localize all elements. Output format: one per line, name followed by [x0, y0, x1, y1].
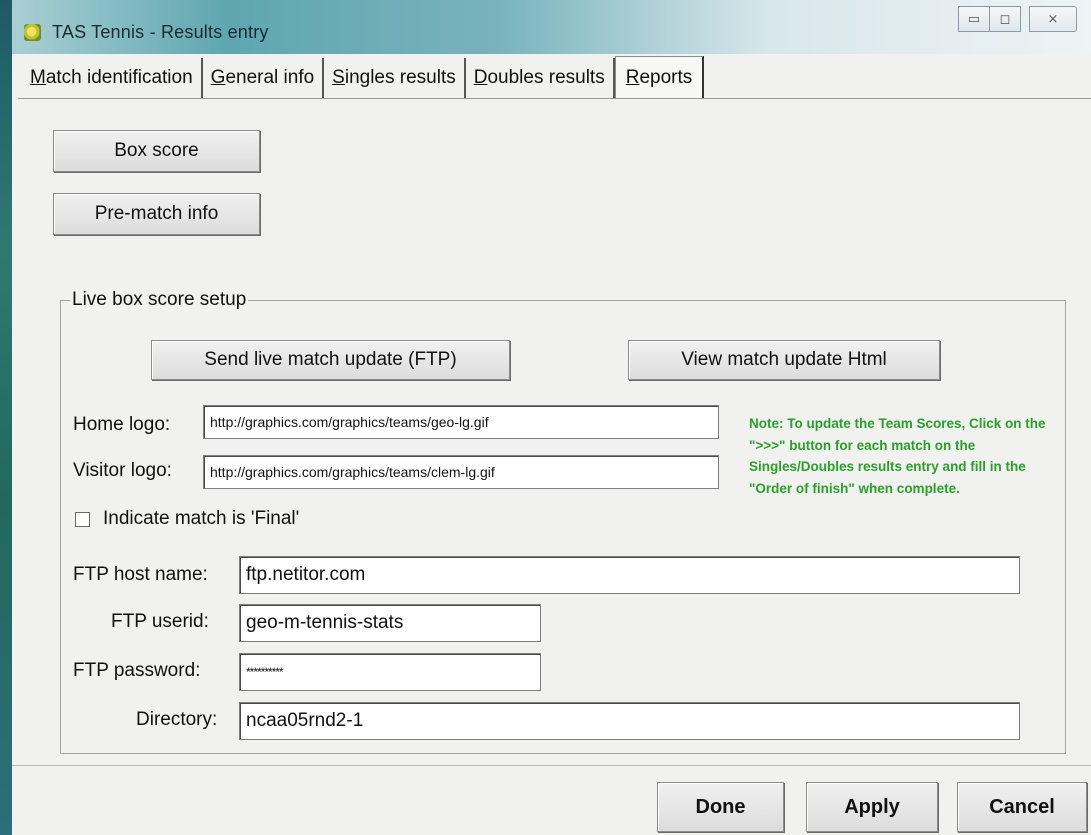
minimize-icon[interactable]: ▭	[958, 6, 990, 32]
view-match-update-html-button[interactable]: View match update Html	[628, 340, 940, 380]
tab-label: eports	[639, 66, 693, 88]
window-title: TAS Tennis - Results entry	[52, 22, 269, 42]
visitor-logo-label: Visitor logo:	[73, 460, 172, 481]
window-controls: ▭ ◻ ⨯	[958, 6, 1077, 32]
close-icon[interactable]: ⨯	[1029, 6, 1077, 32]
tab-label: oubles results	[487, 67, 605, 88]
final-checkbox-label[interactable]: Indicate match is 'Final'	[103, 508, 299, 530]
apply-button[interactable]: Apply	[806, 782, 938, 832]
pre-match-info-button[interactable]: Pre-match info	[53, 193, 260, 235]
tab-label: atch identification	[45, 67, 193, 88]
app-icon	[24, 24, 41, 41]
tab-accelerator: R	[625, 66, 640, 88]
directory-label: Directory:	[136, 709, 218, 730]
done-button[interactable]: Done	[657, 782, 784, 832]
tab-divider	[18, 98, 1091, 99]
send-live-update-button[interactable]: Send live match update (FTP)	[151, 340, 510, 380]
final-checkbox[interactable]	[75, 512, 90, 527]
ftp-userid-field[interactable]: geo-m-tennis-stats	[239, 604, 541, 642]
team-scores-note: Note: To update the Team Scores, Click o…	[749, 416, 1046, 496]
home-logo-label: Home logo:	[73, 414, 171, 435]
tab-strip: Match identification General info Single…	[26, 56, 705, 98]
tab-singles-results[interactable]: Singles results	[324, 58, 466, 98]
footer-divider	[12, 765, 1091, 766]
ftp-host-field[interactable]: ftp.netitor.com	[239, 556, 1020, 594]
title-bar[interactable]: TAS Tennis - Results entry ▭ ◻ ⨯	[12, 0, 1091, 54]
live-box-score-group-label: Live box score setup	[70, 289, 249, 311]
ftp-userid-label: FTP userid:	[111, 611, 209, 632]
results-entry-window: TAS Tennis - Results entry ▭ ◻ ⨯ Match i…	[12, 0, 1091, 835]
tab-label: eneral info	[225, 67, 315, 88]
tab-accelerator: D	[473, 67, 488, 88]
tab-doubles-results[interactable]: Doubles results	[466, 58, 615, 98]
tab-match-identification[interactable]: Match identification	[26, 58, 203, 98]
tab-accelerator: M	[30, 67, 46, 88]
tab-accelerator: S	[332, 67, 345, 88]
box-score-button[interactable]: Box score	[53, 130, 260, 172]
directory-field[interactable]: ncaa05rnd2-1	[239, 702, 1020, 740]
tab-accelerator: G	[210, 67, 226, 88]
ftp-host-label: FTP host name:	[73, 564, 208, 585]
tab-label: ingles results	[344, 67, 456, 88]
ftp-password-label: FTP password:	[73, 660, 201, 681]
tab-reports[interactable]: Reports	[614, 56, 705, 98]
desktop-background	[0, 0, 12, 835]
cancel-button[interactable]: Cancel	[957, 782, 1087, 832]
visitor-logo-field[interactable]: http://graphics.com/graphics/teams/clem-…	[203, 455, 719, 489]
ftp-password-field[interactable]: **********	[239, 653, 541, 691]
tab-general-info[interactable]: General info	[203, 58, 325, 98]
maximize-icon[interactable]: ◻	[989, 6, 1021, 32]
home-logo-field[interactable]: http://graphics.com/graphics/teams/geo-l…	[203, 405, 719, 439]
